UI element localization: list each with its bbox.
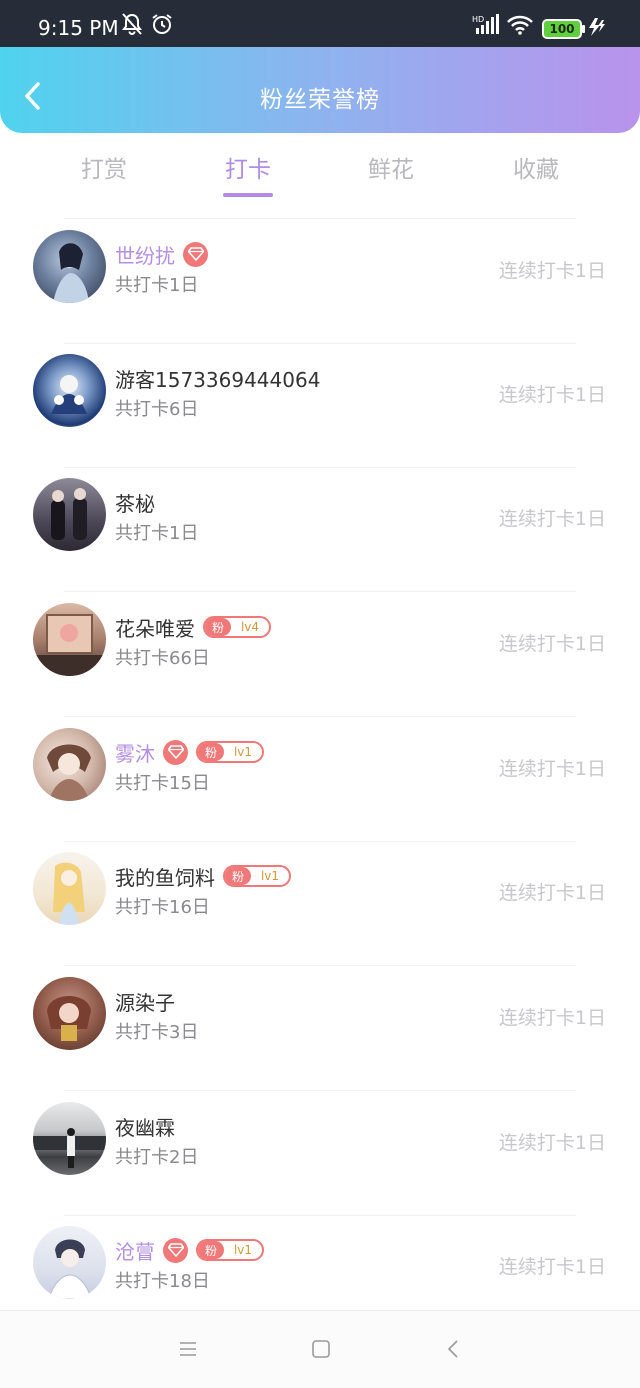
avatar: [33, 852, 106, 925]
list-item[interactable]: 源染子 共打卡3日 连续打卡1日: [0, 967, 640, 1091]
streak-days: 连续打卡1日: [498, 633, 606, 655]
list-item[interactable]: 茶柲 共打卡1日 连续打卡1日: [0, 468, 640, 592]
fan-level-badge: 粉 lv4: [203, 616, 271, 638]
fan-badge-level: lv1: [260, 869, 280, 883]
system-nav-bar: [0, 1310, 640, 1388]
list-item[interactable]: 我的鱼饲料 粉 lv1 共打卡16日 连续打卡1日: [0, 842, 640, 966]
fan-name: 雾沐: [115, 741, 155, 766]
tab-reward[interactable]: 打赏: [54, 150, 154, 184]
wifi-icon: [507, 15, 533, 39]
streak-days: 连续打卡1日: [498, 1132, 606, 1154]
list-item[interactable]: 世纷扰 共打卡1日 连续打卡1日: [0, 220, 640, 344]
total-checkin-days: 共打卡66日: [115, 648, 210, 669]
row-divider: [64, 1090, 576, 1091]
fan-name: 源染子: [115, 990, 175, 1015]
list-item[interactable]: 游客1573369444064 共打卡6日 连续打卡1日: [0, 344, 640, 468]
fan-level-badge: 粉 lv1: [196, 1239, 264, 1261]
streak-days: 连续打卡1日: [498, 882, 606, 904]
tab-bar: 打赏 打卡 鲜花 收藏: [0, 140, 640, 210]
fan-name: 沧萺: [115, 1239, 155, 1264]
tab-flowers[interactable]: 鲜花: [341, 150, 441, 184]
hd-signal-icon: HD: [472, 14, 500, 40]
avatar: [33, 230, 106, 303]
diamond-icon: [163, 1237, 188, 1263]
fan-badge-label: 粉: [225, 867, 251, 885]
fan-level-badge: 粉 lv1: [196, 741, 264, 763]
charging-icon: [586, 17, 608, 41]
page-title: 粉丝荣誉榜: [260, 87, 380, 113]
avatar: [33, 1226, 106, 1299]
total-checkin-days: 共打卡6日: [115, 399, 199, 420]
streak-days: 连续打卡1日: [498, 758, 606, 780]
diamond-icon: [163, 739, 188, 765]
fan-name: 花朵唯爱: [115, 616, 195, 641]
active-tab-indicator: [223, 193, 273, 197]
row-divider: [64, 591, 576, 592]
fan-badge-level: lv1: [233, 745, 253, 759]
list-item[interactable]: 花朵唯爱 粉 lv4 共打卡66日 连续打卡1日: [0, 593, 640, 717]
menu-icon[interactable]: [176, 1337, 200, 1361]
svg-text:HD: HD: [472, 15, 484, 24]
fan-name: 我的鱼饲料: [115, 865, 215, 890]
total-checkin-days: 共打卡18日: [115, 1271, 210, 1292]
row-divider: [64, 716, 576, 717]
streak-days: 连续打卡1日: [498, 1007, 606, 1029]
battery-icon: 100: [542, 19, 585, 39]
total-checkin-days: 共打卡3日: [115, 1022, 199, 1043]
avatar: [33, 728, 106, 801]
fan-name: 夜幽霖: [115, 1115, 175, 1140]
fan-name: 游客1573369444064: [115, 367, 321, 392]
streak-days: 连续打卡1日: [498, 260, 606, 282]
fan-badge-level: lv4: [240, 620, 260, 634]
row-divider: [64, 965, 576, 966]
avatar: [33, 354, 106, 427]
tabs-divider: [64, 218, 576, 219]
fan-level-badge: 粉 lv1: [223, 865, 291, 887]
fan-badge-label: 粉: [205, 618, 231, 636]
fan-badge-label: 粉: [198, 1241, 224, 1259]
streak-days: 连续打卡1日: [498, 384, 606, 406]
status-bar: 9:15 PM HD 100: [0, 0, 640, 47]
list-item[interactable]: 夜幽霖 共打卡2日 连续打卡1日: [0, 1092, 640, 1216]
avatar: [33, 1102, 106, 1175]
streak-days: 连续打卡1日: [498, 1256, 606, 1278]
bell-off-icon: [121, 12, 143, 40]
total-checkin-days: 共打卡2日: [115, 1147, 199, 1168]
diamond-icon: [183, 241, 208, 267]
avatar: [33, 478, 106, 551]
alarm-icon: [150, 12, 174, 40]
status-time: 9:15 PM: [38, 16, 119, 40]
streak-days: 连续打卡1日: [498, 508, 606, 530]
fan-badge-label: 粉: [198, 743, 224, 761]
home-square-icon[interactable]: [309, 1337, 333, 1361]
back-triangle-icon[interactable]: [442, 1337, 466, 1361]
total-checkin-days: 共打卡16日: [115, 897, 210, 918]
fan-badge-level: lv1: [233, 1243, 253, 1257]
fan-name: 世纷扰: [115, 243, 175, 268]
tab-checkin[interactable]: 打卡: [198, 150, 298, 184]
total-checkin-days: 共打卡1日: [115, 275, 199, 296]
total-checkin-days: 共打卡15日: [115, 773, 210, 794]
list-item[interactable]: 雾沐 粉 lv1 共打卡15日 连续打卡1日: [0, 718, 640, 842]
fan-name: 茶柲: [115, 491, 155, 516]
avatar: [33, 603, 106, 676]
tab-favorites[interactable]: 收藏: [486, 150, 586, 184]
avatar: [33, 977, 106, 1050]
total-checkin-days: 共打卡1日: [115, 523, 199, 544]
